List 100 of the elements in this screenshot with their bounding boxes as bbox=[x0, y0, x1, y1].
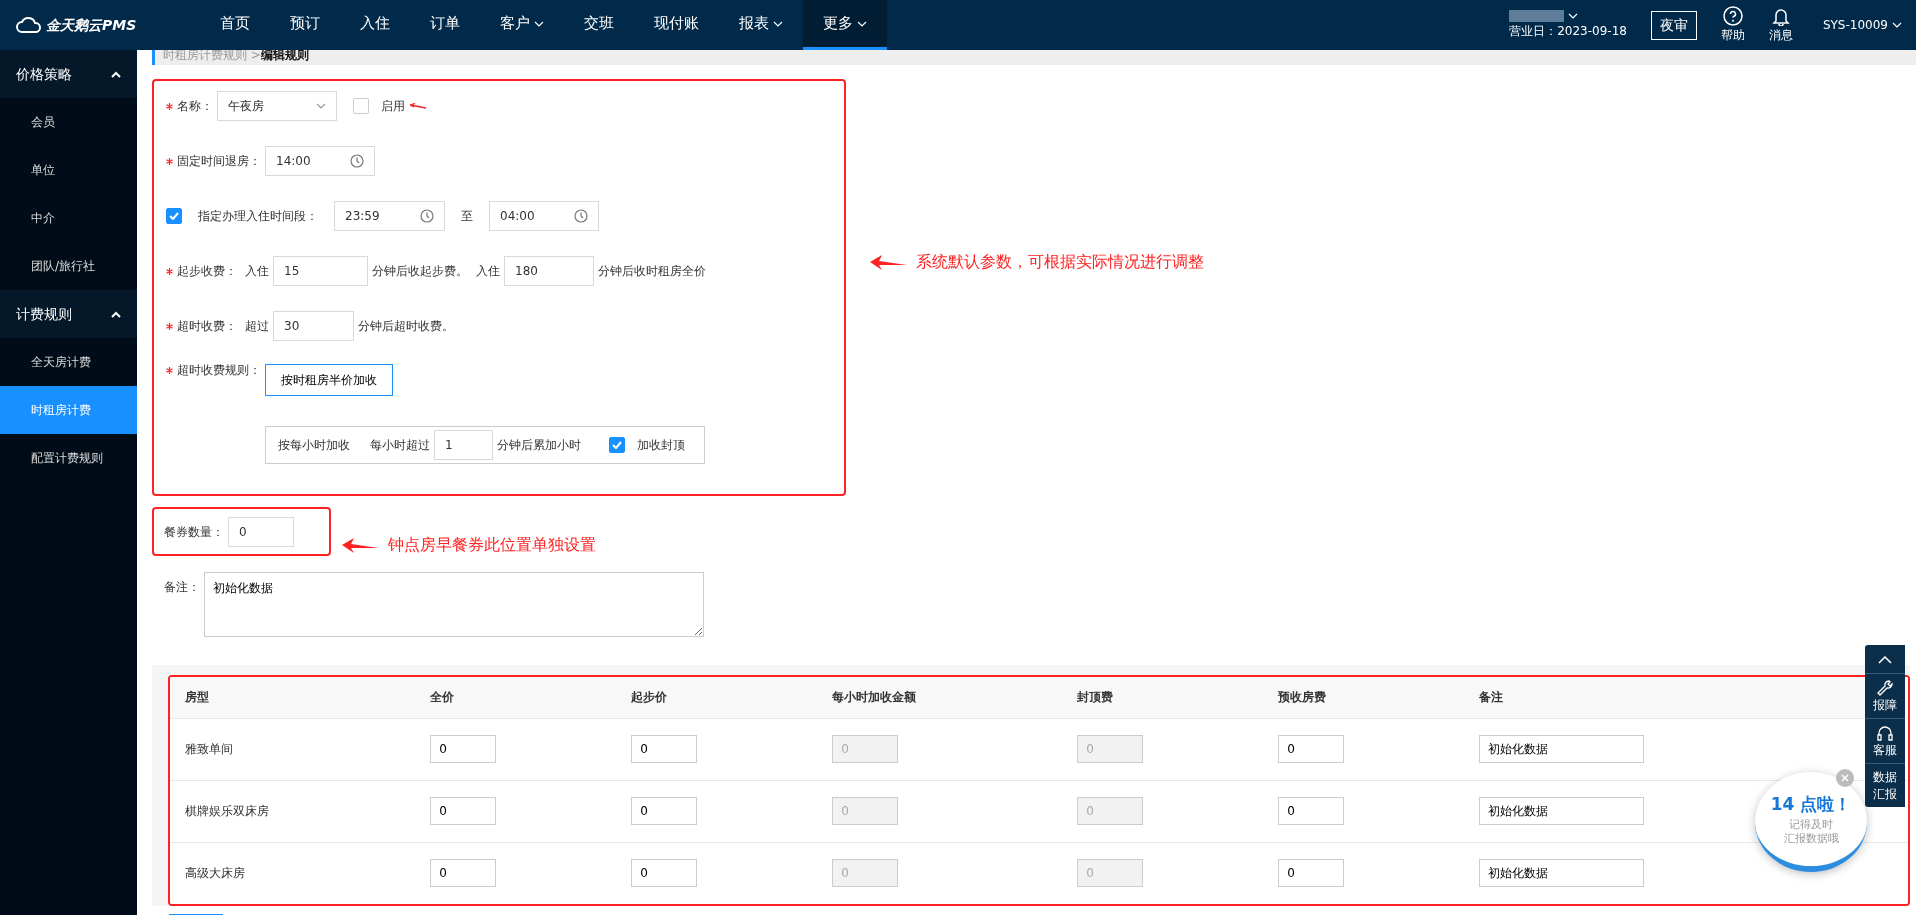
reminder-text: 汇报数据哦 bbox=[1782, 831, 1840, 847]
table-input[interactable]: 0 bbox=[430, 797, 497, 825]
clock-icon bbox=[420, 209, 434, 223]
sidebar-item[interactable]: 中介 bbox=[0, 194, 137, 242]
field-text: 超过 bbox=[245, 318, 269, 335]
input-field[interactable]: 1 bbox=[434, 430, 493, 460]
table-input[interactable]: 0 bbox=[430, 735, 497, 763]
nav-tab[interactable]: 报表 bbox=[719, 0, 803, 50]
table-cell: 高级大床房 bbox=[170, 842, 416, 904]
table-input[interactable]: 0 bbox=[430, 859, 497, 888]
field-text: 分钟后收时租房全价 bbox=[598, 263, 706, 280]
table-input[interactable]: 初始化数据 bbox=[1479, 735, 1645, 763]
field-label: 名称： bbox=[177, 98, 213, 115]
night-audit-button[interactable]: 夜审 bbox=[1650, 10, 1697, 40]
cloud-logo-icon bbox=[16, 17, 42, 33]
nav-tab[interactable]: 客户 bbox=[480, 0, 564, 50]
time-field[interactable]: 23:59 bbox=[334, 201, 445, 231]
chevron-down-icon bbox=[1568, 13, 1579, 19]
sidebar-item[interactable]: 会员 bbox=[0, 98, 137, 146]
sidebar-item[interactable]: 单位 bbox=[0, 146, 137, 194]
nav-tab[interactable]: 订单 bbox=[410, 0, 480, 50]
help-icon bbox=[1722, 6, 1743, 26]
reminder-text: 14 点啦！ bbox=[1769, 793, 1853, 816]
remark-field[interactable]: 初始化数据 bbox=[204, 572, 704, 637]
field-text: 分钟后超时收费。 bbox=[358, 318, 454, 335]
table-input[interactable]: 初始化数据 bbox=[1479, 859, 1645, 888]
checkbox[interactable] bbox=[353, 98, 369, 114]
rule-option-label: 按每小时加收 bbox=[278, 437, 350, 454]
field-label: 超时收费： bbox=[177, 318, 237, 335]
bell-icon bbox=[1771, 6, 1790, 26]
table-input[interactable]: 0 bbox=[631, 735, 698, 763]
nav-tab[interactable]: 入住 bbox=[340, 0, 410, 50]
annotation-text: 系统默认参数，可根据实际情况进行调整 bbox=[916, 251, 1204, 273]
wrench-icon bbox=[1876, 679, 1894, 697]
nav-tab[interactable]: 现付账 bbox=[634, 0, 719, 50]
nav-tab[interactable]: 交班 bbox=[564, 0, 634, 50]
annotation-arrow bbox=[409, 103, 427, 109]
messages-button[interactable]: 消息 bbox=[1768, 6, 1793, 44]
nav-tab[interactable]: 更多 bbox=[803, 0, 887, 50]
table-input[interactable]: 初始化数据 bbox=[1479, 797, 1645, 825]
field-text: 分钟后收起步费。 bbox=[372, 263, 468, 280]
field-text: 入住 bbox=[245, 263, 269, 280]
field-label: 备注： bbox=[164, 579, 200, 596]
rule-option-button[interactable]: 按时租房半价加收 bbox=[265, 364, 393, 396]
chevron-up-icon bbox=[111, 310, 121, 318]
chevron-down-icon bbox=[316, 103, 326, 109]
annotation-text: 钟点房早餐券此位置单独设置 bbox=[388, 534, 596, 556]
clock-icon bbox=[574, 209, 588, 223]
sidebar-group-header[interactable]: 价格策略 bbox=[0, 50, 137, 98]
field-text: 每小时超过 bbox=[370, 437, 430, 454]
sidebar-group-header[interactable]: 计费规则 bbox=[0, 290, 137, 338]
nav-tab[interactable]: 首页 bbox=[200, 0, 270, 50]
rule-option-panel[interactable]: 按每小时加收 每小时超过 1 分钟后累加小时 加收封顶 bbox=[265, 426, 705, 464]
field-label: 超时收费规则： bbox=[177, 362, 261, 379]
checkbox[interactable] bbox=[609, 437, 625, 453]
column-header: 房型 bbox=[170, 677, 416, 718]
field-text: 分钟后累加小时 bbox=[497, 437, 581, 454]
checkbox-label: 加收封顶 bbox=[637, 437, 685, 454]
column-header: 每小时加收金额 bbox=[817, 677, 1063, 718]
chevron-up-icon bbox=[1878, 655, 1892, 664]
field-label: 餐券数量： bbox=[164, 523, 224, 541]
check-icon bbox=[612, 441, 622, 449]
table-input[interactable]: 0 bbox=[631, 797, 698, 825]
input-field[interactable]: 15 bbox=[273, 256, 368, 286]
close-icon bbox=[1841, 774, 1849, 782]
input-field[interactable]: 0 bbox=[228, 516, 294, 547]
table-input[interactable]: 0 bbox=[1278, 735, 1345, 763]
field-label: 固定时间退房： bbox=[177, 153, 261, 170]
sidebar-item[interactable]: 全天房计费 bbox=[0, 338, 137, 386]
side-tool-button[interactable]: 报障 bbox=[1865, 673, 1905, 719]
input-field[interactable]: 30 bbox=[273, 311, 354, 341]
column-header: 封顶费 bbox=[1062, 677, 1264, 718]
column-header: 预收房费 bbox=[1263, 677, 1465, 718]
nav-tab[interactable]: 预订 bbox=[270, 0, 340, 50]
reminder-text: 记得及时 bbox=[1788, 817, 1834, 832]
table-input[interactable]: 0 bbox=[1278, 859, 1345, 888]
time-field[interactable]: 04:00 bbox=[489, 201, 599, 231]
user-menu[interactable]: SYS-10009 bbox=[1816, 15, 1908, 35]
input-field[interactable]: 180 bbox=[504, 256, 594, 286]
clock-icon bbox=[350, 154, 364, 168]
table-input[interactable]: 0 bbox=[631, 859, 698, 888]
redacted-text bbox=[1509, 10, 1565, 22]
chevron-down-icon bbox=[1892, 22, 1902, 28]
field-text: 至 bbox=[461, 208, 473, 225]
column-header: 起步价 bbox=[616, 677, 818, 718]
side-tool-button[interactable]: 数据汇报 bbox=[1865, 763, 1905, 807]
checkbox-label: 启用 bbox=[381, 98, 405, 115]
side-tool-button[interactable]: 客服 bbox=[1865, 718, 1905, 764]
time-field[interactable]: 14:00 bbox=[265, 146, 375, 176]
sidebar-item[interactable]: 配置计费规则 bbox=[0, 434, 137, 482]
table-cell: 雅致单间 bbox=[170, 718, 416, 780]
headset-icon bbox=[1876, 724, 1894, 743]
field-text: 入住 bbox=[476, 263, 500, 280]
checkbox[interactable] bbox=[166, 208, 182, 224]
dropdown-field[interactable]: 午夜房 bbox=[217, 91, 337, 121]
business-date: 营业日：2023-09-18 bbox=[1509, 23, 1627, 40]
table-input[interactable]: 0 bbox=[1278, 797, 1345, 825]
sidebar-item[interactable]: 团队/旅行社 bbox=[0, 242, 137, 290]
field-label: 指定办理入住时间段： bbox=[198, 208, 318, 225]
help-button[interactable]: 帮助 bbox=[1720, 6, 1745, 44]
